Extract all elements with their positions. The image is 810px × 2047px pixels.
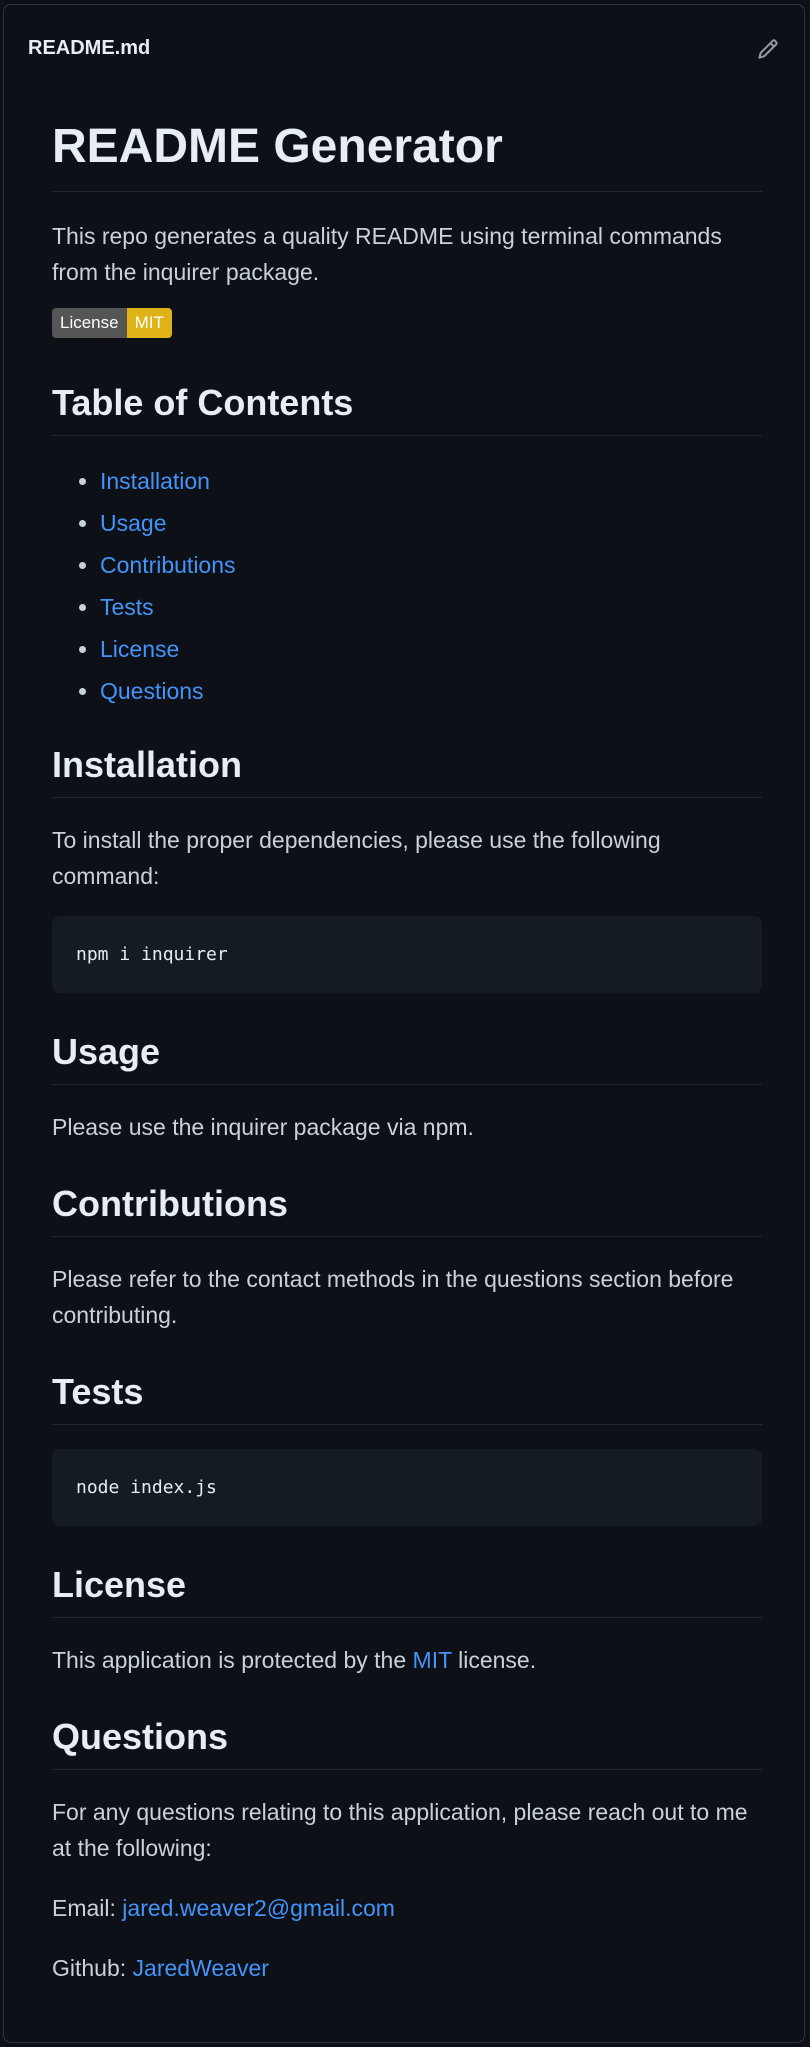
toc-item: Usage: [100, 502, 762, 544]
pencil-icon: [758, 39, 778, 59]
license-badge[interactable]: License MIT: [52, 308, 762, 338]
readme-panel: README.md README Generator This repo gen…: [3, 4, 805, 2043]
readme-description: This repo generates a quality README usi…: [52, 223, 722, 285]
usage-heading: Usage: [52, 1029, 762, 1085]
installation-code-block[interactable]: npm i inquirer: [52, 916, 762, 993]
file-header: README.md: [4, 5, 804, 89]
contributions-heading: Contributions: [52, 1181, 762, 1237]
tests-code: node index.js: [76, 1477, 217, 1498]
email-link[interactable]: jared.weaver2@gmail.com: [122, 1895, 395, 1921]
badge-label: License: [52, 308, 127, 338]
toc-item: Contributions: [100, 544, 762, 586]
license-heading: License: [52, 1562, 762, 1618]
email-line: Email: jared.weaver2@gmail.com: [52, 1890, 762, 1926]
license-text-after: license.: [451, 1647, 537, 1673]
toc-item: Questions: [100, 670, 762, 712]
email-label: Email:: [52, 1895, 123, 1921]
questions-heading: Questions: [52, 1714, 762, 1770]
usage-text: Please use the inquirer package via npm.: [52, 1114, 474, 1140]
github-line: Github: JaredWeaver: [52, 1950, 762, 1986]
toc-link-installation[interactable]: Installation: [100, 468, 210, 494]
questions-text: For any questions relating to this appli…: [52, 1799, 748, 1861]
tests-heading: Tests: [52, 1369, 762, 1425]
tests-code-block[interactable]: node index.js: [52, 1449, 762, 1526]
installation-heading: Installation: [52, 742, 762, 798]
installation-code: npm i inquirer: [76, 944, 228, 965]
toc-list: Installation Usage Contributions Tests L…: [52, 460, 762, 712]
toc-heading: Table of Contents: [52, 380, 762, 436]
toc-link-usage[interactable]: Usage: [100, 510, 166, 536]
github-link[interactable]: JaredWeaver: [133, 1955, 269, 1981]
github-label: Github:: [52, 1955, 133, 1981]
mit-license-link[interactable]: MIT: [413, 1647, 452, 1673]
toc-item: License: [100, 628, 762, 670]
edit-file-button[interactable]: [754, 35, 782, 63]
license-text-before: This application is protected by the: [52, 1647, 413, 1673]
license-text: This application is protected by the MIT…: [52, 1642, 762, 1678]
toc-link-contributions[interactable]: Contributions: [100, 552, 236, 578]
toc-link-license[interactable]: License: [100, 636, 179, 662]
toc-item: Tests: [100, 586, 762, 628]
toc-link-tests[interactable]: Tests: [100, 594, 154, 620]
readme-content: README Generator This repo generates a q…: [52, 89, 762, 1986]
installation-text: To install the proper dependencies, plea…: [52, 827, 661, 889]
badge-value: MIT: [126, 308, 172, 338]
file-name: README.md: [28, 37, 151, 59]
toc-link-questions[interactable]: Questions: [100, 678, 204, 704]
readme-title: README Generator: [52, 117, 762, 192]
toc-item: Installation: [100, 460, 762, 502]
contributions-text: Please refer to the contact methods in t…: [52, 1266, 734, 1328]
